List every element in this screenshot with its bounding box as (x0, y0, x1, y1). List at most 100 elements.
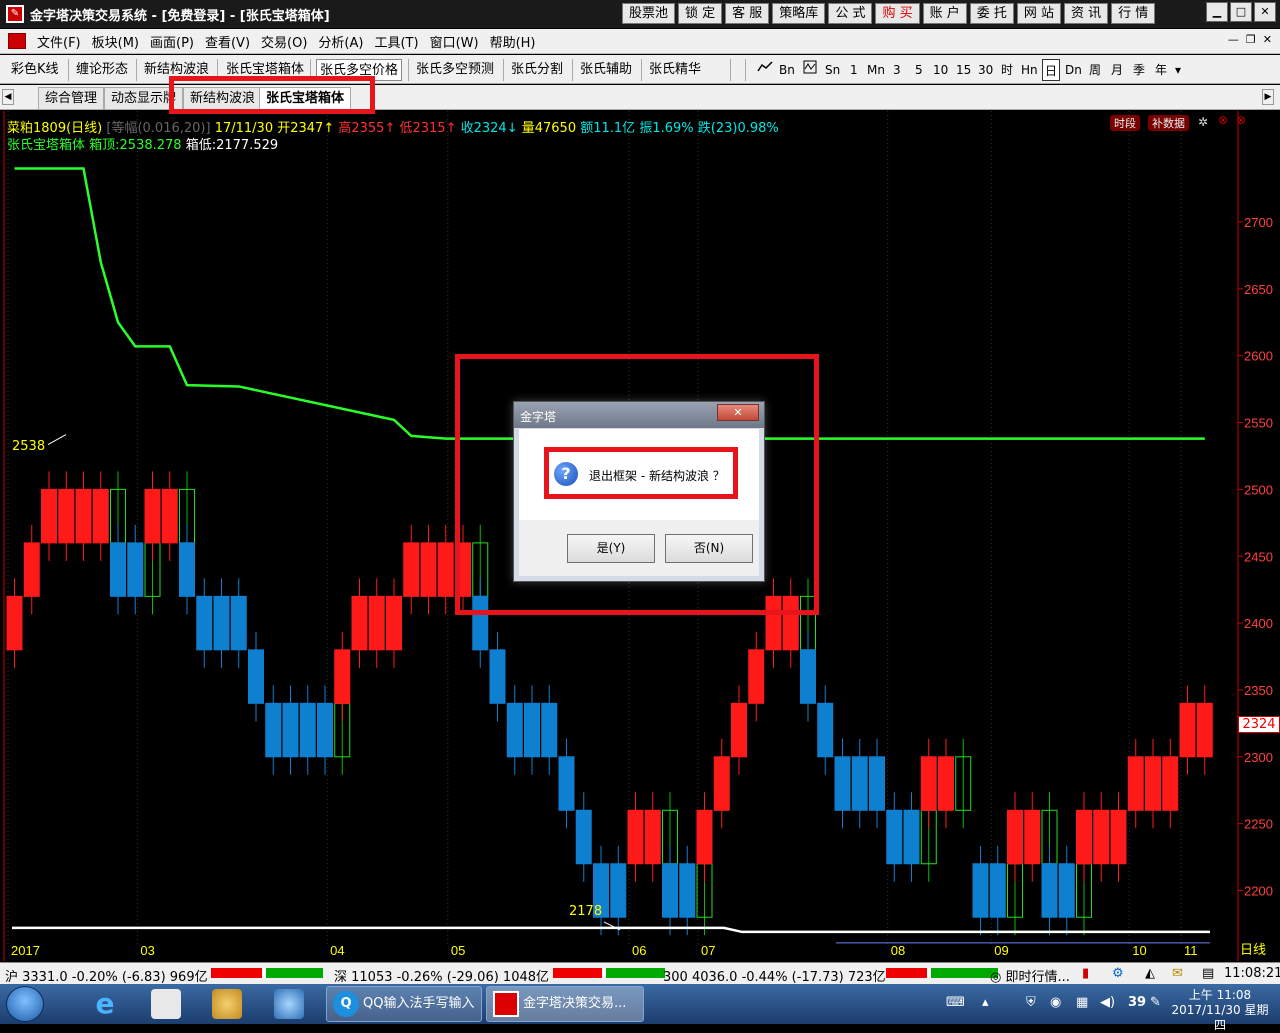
settings-gear-icon[interactable]: ✲ (1198, 115, 1208, 129)
tab-pagoda-box[interactable]: 张氏宝塔箱体 (259, 87, 352, 109)
timeframe-Bn[interactable]: Bn (779, 59, 795, 81)
chart-close-icon-2[interactable]: ⊗ (1236, 113, 1246, 127)
palette-icon[interactable] (212, 989, 242, 1019)
menu-window[interactable]: 窗口(W) (430, 32, 479, 51)
price-brick (472, 595, 489, 651)
close-icon[interactable]: ✕ (1254, 2, 1276, 22)
timeframe-day[interactable]: 日 (1042, 59, 1060, 81)
hs300-index[interactable]: 300 4036.0 -0.44% (-17.73) 723亿 (663, 966, 886, 985)
browser-tray-icon[interactable]: ◉ (1050, 995, 1061, 1010)
quick-button-quotes[interactable]: 行 情 (1111, 3, 1156, 24)
timeframe-Sn[interactable]: Sn (825, 59, 840, 81)
timeframe-Hn[interactable]: Hn (1021, 59, 1038, 81)
volume-icon[interactable]: ◀) (1100, 995, 1115, 1010)
paint-app-icon[interactable] (151, 989, 181, 1019)
timeframe-1[interactable]: 1 (850, 59, 858, 81)
price-brick (989, 863, 1006, 918)
sound-icon[interactable]: ◭ (1145, 966, 1155, 981)
timeframe-quarter[interactable]: 季 (1133, 59, 1145, 81)
toolbar-pagoda-box[interactable]: 张氏宝塔箱体 (223, 59, 307, 81)
toolbar-long-short-price[interactable]: 张氏多空价格 (316, 59, 403, 81)
wave-icon[interactable] (803, 59, 817, 81)
network-icon[interactable]: ▦ (1076, 995, 1088, 1010)
timeframe-month[interactable]: 月 (1111, 59, 1123, 81)
quick-button-stock-pool[interactable]: 股票池 (622, 3, 676, 24)
more-dropdown-icon[interactable]: ▾ (1175, 59, 1181, 81)
connection-icon[interactable]: ⚙ (1112, 966, 1124, 981)
timeframe-week[interactable]: 周 (1089, 59, 1101, 81)
toolbar-long-short-forecast[interactable]: 张氏多空预测 (413, 59, 497, 81)
timeframe-Dn[interactable]: Dn (1065, 59, 1082, 81)
month-label: 10 (1132, 943, 1146, 958)
ie-icon[interactable]: e (90, 989, 120, 1019)
tab-general[interactable]: 综合管理 (38, 87, 105, 109)
tab-scroll-right-icon[interactable]: ▶ (1262, 89, 1274, 105)
timeframe-3[interactable]: 3 (893, 59, 901, 81)
quick-button-news[interactable]: 资 讯 (1064, 3, 1109, 24)
quick-button-account[interactable]: 账 户 (922, 3, 967, 24)
price-brick (144, 488, 161, 544)
timeframe-15[interactable]: 15 (956, 59, 971, 81)
no-button[interactable]: 否(N) (665, 534, 753, 563)
quick-button-buy[interactable]: 购 买 (875, 3, 920, 24)
menu-help[interactable]: 帮助(H) (490, 32, 536, 51)
toolbar-split[interactable]: 张氏分割 (508, 59, 566, 81)
quick-button-order[interactable]: 委 托 (969, 3, 1014, 24)
menu-trade[interactable]: 交易(O) (261, 32, 307, 51)
toolbar-assist[interactable]: 张氏辅助 (577, 59, 635, 81)
task-pyramid-app[interactable]: 金字塔决策交易... (486, 986, 644, 1022)
toolbar-chan-pattern[interactable]: 缠论形态 (73, 59, 131, 81)
toolbar-new-wave[interactable]: 新结构波浪 (141, 59, 212, 81)
timeframe-hour[interactable]: 时 (1001, 59, 1013, 81)
tab-dynamic-board[interactable]: 动态显示牌 (104, 87, 184, 109)
document-icon[interactable] (8, 33, 26, 49)
ime-icon[interactable]: ✎ (1150, 995, 1161, 1010)
bird-app-icon[interactable] (274, 989, 304, 1019)
keyboard-icon[interactable]: ⌨ (946, 995, 965, 1010)
realtime-quotes[interactable]: ◎ 即时行情... (990, 966, 1070, 985)
timeframe-30[interactable]: 30 (978, 59, 993, 81)
period-button[interactable]: 时段 (1110, 115, 1140, 131)
tab-new-wave[interactable]: 新结构波浪 (183, 87, 263, 109)
timeframe-Mn[interactable]: Mn (867, 59, 885, 81)
chart-close-icon[interactable]: ⊗ (1218, 113, 1228, 127)
system-clock[interactable]: 上午 11:08 2017/11/30 星期四 (1170, 988, 1270, 1033)
minimize-icon[interactable]: ▁ (1206, 2, 1228, 22)
alert-icon[interactable]: ▮ (1082, 966, 1089, 981)
volume-value: 量47650 (521, 121, 577, 136)
mdi-controls[interactable]: — ❐ ✕ (1228, 33, 1272, 46)
toolbar-color-kline[interactable]: 彩色K线 (8, 59, 62, 81)
yes-button[interactable]: 是(Y) (567, 534, 655, 563)
quick-button-formula[interactable]: 公 式 (828, 3, 873, 24)
task-qq-input[interactable]: Q QQ输入法手写输入 (326, 986, 482, 1022)
dialog-message: 退出框架 - 新结构波浪 ？ (589, 469, 725, 483)
start-button-icon[interactable] (6, 986, 44, 1022)
timeframe-year[interactable]: 年 (1155, 59, 1167, 81)
quick-button-lock[interactable]: 锁 定 (678, 3, 723, 24)
amplitude-value: 振1.69% (639, 121, 694, 136)
quick-button-website[interactable]: 网 站 (1016, 3, 1062, 24)
sz-index[interactable]: 深 11053 -0.26% (-29.06) 1048亿 (334, 966, 549, 985)
timeframe-5[interactable]: 5 (915, 59, 923, 81)
menu-sector[interactable]: 板块(M) (92, 32, 139, 51)
restore-icon[interactable]: □ (1230, 2, 1252, 22)
supplement-data-button[interactable]: 补数据 (1148, 115, 1189, 131)
calendar-icon[interactable]: ▤ (1202, 966, 1214, 981)
quick-button-strategy[interactable]: 策略库 (772, 3, 826, 24)
quick-button-service[interactable]: 客 服 (725, 3, 770, 24)
message-icon[interactable]: ✉ (1172, 966, 1183, 981)
shield-icon[interactable]: ⛨ (1026, 995, 1036, 1010)
tray-counter[interactable]: 39 (1128, 995, 1146, 1010)
menu-file[interactable]: 文件(F) (37, 32, 81, 51)
timeframe-10[interactable]: 10 (933, 59, 948, 81)
sh-index[interactable]: 沪 3331.0 -0.20% (-6.83) 969亿 (5, 966, 208, 985)
dialog-close-icon[interactable]: ✕ (717, 404, 759, 421)
menu-view[interactable]: 查看(V) (205, 32, 250, 51)
menu-tools[interactable]: 工具(T) (374, 32, 418, 51)
menu-analysis[interactable]: 分析(A) (318, 32, 363, 51)
line-chart-icon[interactable] (757, 59, 773, 81)
tray-chevron-icon[interactable]: ▴ (982, 995, 989, 1010)
tab-scroll-left-icon[interactable]: ◀ (2, 89, 14, 105)
menu-view-page[interactable]: 画面(P) (150, 32, 194, 51)
toolbar-essence[interactable]: 张氏精华 (646, 59, 704, 81)
